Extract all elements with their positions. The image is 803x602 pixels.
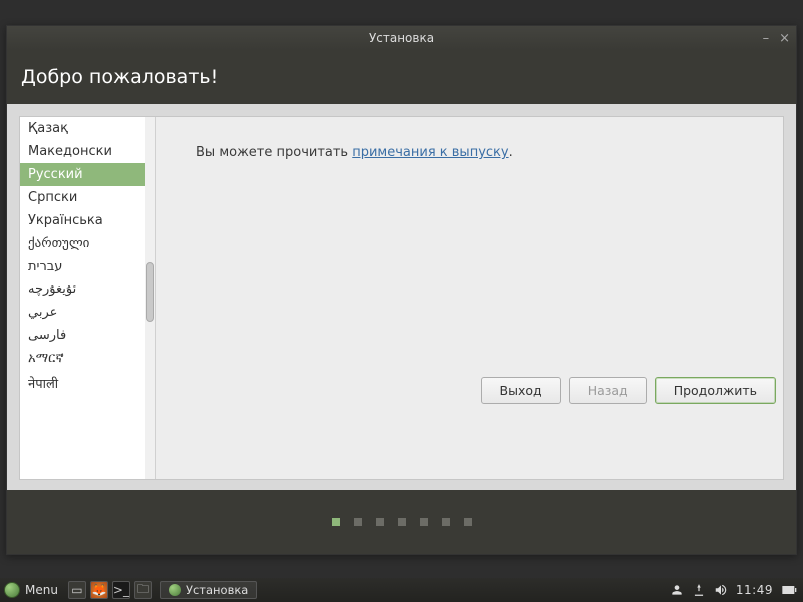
minimize-icon[interactable]: – — [763, 31, 770, 46]
files-icon[interactable]: 🗀 — [134, 581, 152, 599]
release-notes-text: Вы можете прочитать примечания к выпуску… — [196, 145, 763, 160]
progress-dot — [442, 518, 450, 526]
language-option[interactable]: Русский — [20, 163, 145, 186]
scroll-thumb[interactable] — [146, 262, 154, 322]
close-icon[interactable]: × — [779, 31, 790, 46]
progress-dot — [332, 518, 340, 526]
language-option[interactable]: فارسی — [20, 324, 145, 347]
language-option[interactable]: عربي — [20, 301, 145, 324]
task-item-installer[interactable]: Установка — [160, 581, 257, 599]
system-tray: 11:49 — [670, 578, 803, 602]
language-option[interactable]: ئۇيغۇرچە — [20, 278, 145, 301]
window-title: Установка — [369, 31, 434, 45]
menu-label: Menu — [25, 583, 58, 597]
language-option[interactable]: Қазақ — [20, 117, 145, 140]
continue-button[interactable]: Продолжить — [655, 377, 776, 404]
menu-button[interactable]: Menu — [0, 578, 66, 602]
main-panel: Вы можете прочитать примечания к выпуску… — [156, 117, 783, 479]
progress-dot — [354, 518, 362, 526]
updates-icon[interactable] — [692, 583, 706, 597]
page-heading: Добро пожаловать! — [7, 50, 796, 104]
progress-dot — [464, 518, 472, 526]
progress-dot — [376, 518, 384, 526]
clock[interactable]: 11:49 — [736, 583, 773, 597]
progress-dots — [7, 490, 796, 554]
show-desktop-icon[interactable]: ▭ — [68, 581, 86, 599]
heading-text: Добро пожаловать! — [21, 66, 218, 88]
task-app-icon — [169, 584, 181, 596]
language-option[interactable]: ქართული — [20, 232, 145, 255]
language-option[interactable]: Українська — [20, 209, 145, 232]
note-prefix: Вы можете прочитать — [196, 145, 352, 160]
progress-dot — [398, 518, 406, 526]
power-icon[interactable] — [781, 582, 797, 598]
language-option[interactable]: Македонски — [20, 140, 145, 163]
button-row: Выход Назад Продолжить — [19, 368, 784, 412]
mint-logo-icon — [4, 582, 20, 598]
progress-dot — [420, 518, 428, 526]
titlebar[interactable]: Установка – × — [7, 26, 796, 50]
task-label: Установка — [186, 583, 248, 597]
volume-icon[interactable] — [714, 583, 728, 597]
content-area: ҚазақМакедонскиРусскийСрпскиУкраїнськаქა… — [7, 104, 796, 490]
note-suffix: . — [509, 145, 513, 160]
language-option[interactable]: አማርኛ — [20, 347, 145, 370]
window-controls: – × — [763, 26, 790, 50]
user-icon[interactable] — [670, 583, 684, 597]
desktop: Установка – × Добро пожаловать! ҚазақМак… — [0, 0, 803, 602]
scrollbar[interactable] — [145, 117, 155, 479]
language-option[interactable]: Српски — [20, 186, 145, 209]
terminal-icon[interactable]: >_ — [112, 581, 130, 599]
release-notes-link[interactable]: примечания к выпуску — [352, 145, 508, 160]
content-inner: ҚазақМакедонскиРусскийСрпскиУкраїнськаქა… — [19, 116, 784, 480]
language-option[interactable]: עברית — [20, 255, 145, 278]
installer-window: Установка – × Добро пожаловать! ҚазақМак… — [6, 25, 797, 555]
language-list[interactable]: ҚазақМакедонскиРусскийСрпскиУкраїнськаქა… — [20, 117, 156, 479]
firefox-icon[interactable]: 🦊 — [90, 581, 108, 599]
taskbar[interactable]: Menu ▭ 🦊 >_ 🗀 Установка 11:49 — [0, 578, 803, 602]
quit-button[interactable]: Выход — [481, 377, 561, 404]
back-button: Назад — [569, 377, 647, 404]
